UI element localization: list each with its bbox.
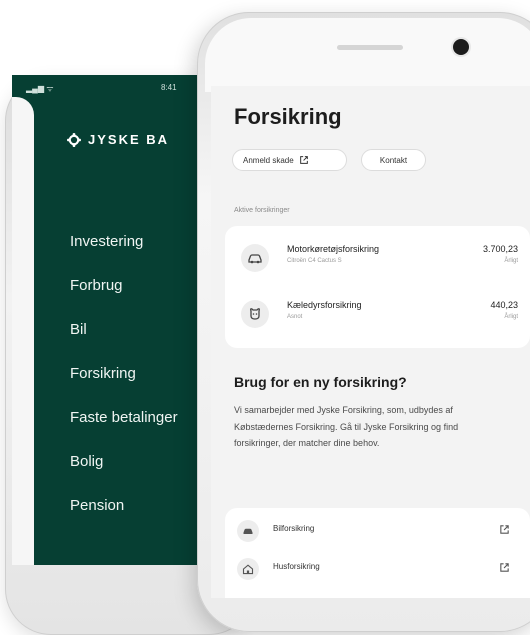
camera-icon (453, 39, 469, 55)
contact-label: Kontakt (379, 155, 408, 165)
front-phone-bezel (205, 18, 530, 92)
product-name: Husforsikring (273, 562, 320, 571)
brand-logo-icon (67, 132, 81, 147)
front-phone-screen: Forsikring Anmeld skade Kontakt Aktive f… (211, 86, 530, 598)
policy-amount: 3.700,23 (482, 244, 518, 254)
policy-row[interactable]: Motorkøretøjsforsikring Citroën C4 Cactu… (225, 232, 530, 286)
policy-name: Motorkøretøjsforsikring (287, 244, 380, 254)
product-row[interactable]: Bilforsikring (225, 512, 530, 548)
drawer-edge (12, 97, 34, 565)
report-claim-button[interactable]: Anmeld skade (232, 149, 347, 171)
menu-item-forsikring[interactable]: Forsikring (70, 362, 178, 406)
policy-name: Kæledyrsforsikring (287, 300, 362, 310)
product-name: Bilforsikring (273, 524, 315, 533)
menu-item-pension[interactable]: Pension (70, 494, 178, 538)
new-insurance-text: Vi samarbejder med Jyske Forsikring, som… (234, 405, 459, 448)
external-link-icon[interactable] (499, 524, 510, 535)
brand-logo: JYSKE BA (67, 132, 169, 147)
contact-button[interactable]: Kontakt (361, 149, 426, 171)
front-phone-speaker (337, 45, 403, 50)
car-icon (237, 520, 259, 542)
new-insurance-heading: Brug for en ny forsikring? (234, 374, 407, 390)
product-row[interactable]: Husforsikring (225, 550, 530, 586)
page-title: Forsikring (234, 104, 342, 129)
policy-subtitle: Citroën C4 Cactus S (287, 258, 342, 264)
house-icon (237, 558, 259, 580)
menu-item-forbrug[interactable]: Forbrug (70, 274, 178, 318)
policy-period: Årligt (504, 258, 518, 264)
external-link-icon[interactable] (499, 562, 510, 573)
policy-period: Årligt (504, 314, 518, 320)
external-link-icon (299, 156, 308, 164)
pet-icon (241, 300, 269, 328)
policy-amount: 440,23 (490, 300, 518, 310)
active-policies-card: Motorkøretøjsforsikring Citroën C4 Cactu… (225, 226, 530, 348)
menu-item-bil[interactable]: Bil (70, 318, 178, 362)
menu-item-investering[interactable]: Investering (70, 230, 178, 274)
menu-item-bolig[interactable]: Bolig (70, 450, 178, 494)
report-claim-label: Anmeld skade (243, 155, 294, 165)
products-card: Bilforsikring Husforsikring (225, 508, 530, 598)
policy-row[interactable]: Kæledyrsforsikring Asnot 440,23 Årligt (225, 288, 530, 342)
brand-name: JYSKE BA (88, 132, 170, 147)
menu-item-faste-betalinger[interactable]: Faste betalinger (70, 406, 178, 450)
status-time: 8:41 (161, 83, 177, 92)
signal-icon: ▂▄▆ ᯤ (26, 84, 54, 93)
policy-subtitle: Asnot (287, 314, 303, 320)
car-icon (241, 244, 269, 272)
main-menu: Investering Forbrug Bil Forsikring Faste… (70, 230, 178, 538)
active-policies-label: Aktive forsikringer (234, 207, 290, 214)
